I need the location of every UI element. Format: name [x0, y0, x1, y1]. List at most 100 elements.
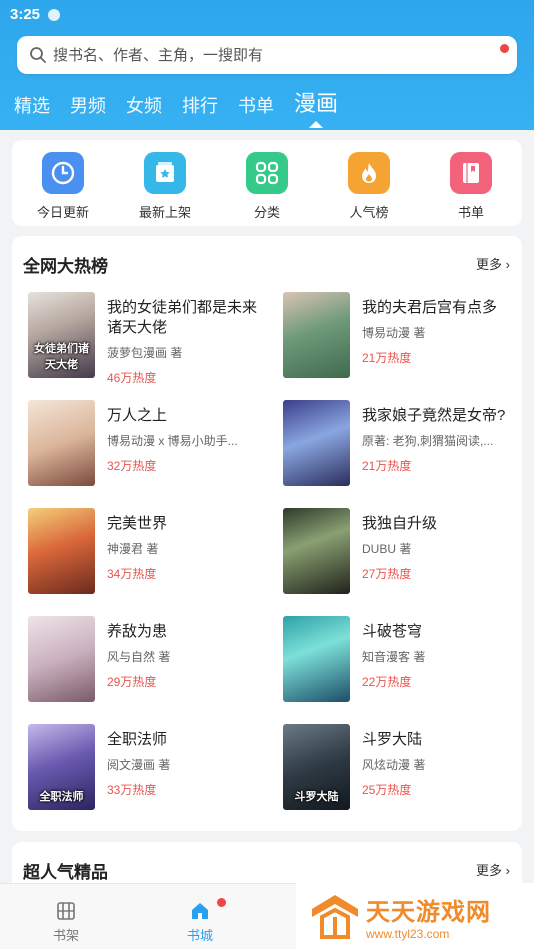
book-cover: [283, 616, 350, 702]
book-author: 原著: 老狗,刺猬猫阅读,...: [362, 434, 494, 448]
more-link[interactable]: 更多 ›: [476, 860, 510, 879]
header: 3:25 精选 男频 女频 排行 书单 漫画: [0, 0, 534, 130]
flame-icon: [348, 152, 390, 194]
tab-comics[interactable]: 漫画: [294, 86, 338, 128]
book-heat: 21万热度: [362, 459, 412, 473]
book-title: 我家娘子竟然是女帝?: [362, 407, 506, 424]
more-label: 更多: [476, 863, 503, 878]
book-heat: 27万热度: [362, 567, 412, 581]
book-item[interactable]: 完美世界神漫君 著 34万热度: [28, 508, 268, 598]
watermark-logo-icon: [312, 895, 358, 939]
book-cover: [283, 292, 350, 378]
book-author: 菠萝包漫画 著: [107, 346, 183, 360]
quick-link-label: 分类: [253, 205, 280, 220]
clock-icon: [42, 152, 84, 194]
book-author: DUBU 著: [362, 542, 412, 556]
book-author: 阅文漫画 著: [107, 758, 171, 772]
quick-link-today-update[interactable]: 今日更新: [18, 152, 108, 221]
quick-links: 今日更新 最新上架 分类 人气榜 书单: [12, 140, 522, 226]
watermark-url: www.ttyl23.com: [366, 926, 450, 941]
book-heat: 21万热度: [362, 351, 412, 365]
book-title: 斗破苍穹: [362, 623, 423, 640]
new-shelf-icon: [144, 152, 186, 194]
section-title: 超人气精品: [23, 863, 108, 882]
quick-link-booklist[interactable]: 书单: [426, 152, 516, 221]
book-title: 全职法师: [107, 731, 168, 748]
nav-bookshelf[interactable]: 书架: [36, 900, 96, 944]
search-input[interactable]: [53, 46, 473, 64]
nav-label: 书架: [52, 928, 79, 943]
category-icon: [246, 152, 288, 194]
search-bar[interactable]: [17, 36, 517, 74]
search-icon: [30, 47, 46, 63]
hot-list-section: 全网大热榜 更多 › 女徒弟们诸天大佬 我的女徒弟们都是未来诸天大佬菠萝包漫画 …: [12, 236, 522, 831]
cover-title: 女徒弟们诸天大佬: [34, 343, 89, 371]
section-title: 全网大热榜: [23, 257, 108, 276]
book-cover: [283, 400, 350, 486]
book-author: 风炫动漫 著: [362, 758, 426, 772]
book-author: 博易动漫 著: [362, 326, 426, 340]
notification-dot: [500, 44, 509, 53]
book-heat: 46万热度: [107, 371, 157, 385]
nav-bookstore[interactable]: 书城: [170, 898, 230, 944]
quick-link-label: 最新上架: [138, 205, 191, 220]
book-item[interactable]: 万人之上 博易动漫 x 博易小助手... 32万热度: [28, 400, 268, 490]
more-link[interactable]: 更多 ›: [476, 254, 510, 273]
category-tabs: 精选 男频 女频 排行 书单 漫画: [14, 86, 358, 128]
quick-link-label: 书单: [457, 205, 484, 220]
book-title: 我的夫君后宫有点多: [362, 299, 498, 316]
book-item[interactable]: 养敌为患风与自然 著 29万热度: [28, 616, 268, 706]
quick-link-new-shelf[interactable]: 最新上架: [120, 152, 210, 221]
book-cover: [283, 508, 350, 594]
book-item[interactable]: 我家娘子竟然是女帝? 原著: 老狗,刺猬猫阅读,... 21万热度: [283, 400, 523, 490]
book-heat: 33万热度: [107, 783, 157, 797]
book-item[interactable]: 我独自升级 DUBU 著 27万热度: [283, 508, 523, 598]
bookshelf-icon: [57, 902, 75, 920]
book-title: 万人之上: [107, 407, 168, 424]
book-heat: 22万热度: [362, 675, 412, 689]
quick-link-label: 人气榜: [349, 205, 389, 220]
tab-ranking[interactable]: 排行: [182, 92, 218, 124]
quick-link-popular[interactable]: 人气榜: [324, 152, 414, 221]
book-item[interactable]: 斗罗大陆 斗罗大陆 风炫动漫 著 25万热度: [283, 724, 523, 814]
book-cover: 斗罗大陆: [283, 724, 350, 810]
book-heat: 25万热度: [362, 783, 412, 797]
book-cover: [28, 616, 95, 702]
book-author: 神漫君 著: [107, 542, 159, 556]
book-cover: 女徒弟们诸天大佬: [28, 292, 95, 378]
quick-link-category[interactable]: 分类: [222, 152, 312, 221]
shield-icon: [48, 8, 61, 21]
book-item[interactable]: 斗破苍穹知音漫客 著 22万热度: [283, 616, 523, 706]
status-bar: 3:25: [10, 6, 61, 23]
book-title: 我的女徒弟们都是未来诸天大佬: [107, 299, 257, 336]
book-cover: 全职法师: [28, 724, 95, 810]
tab-female[interactable]: 女频: [126, 92, 162, 124]
notification-dot: [217, 898, 226, 907]
book-title: 完美世界: [107, 515, 168, 532]
book-heat: 29万热度: [107, 675, 157, 689]
status-time: 3:25: [10, 6, 41, 23]
book-heat: 34万热度: [107, 567, 157, 581]
nav-label: 书城: [186, 928, 213, 943]
chevron-right-icon: ›: [502, 257, 510, 272]
watermark-name: 天天游戏网: [366, 898, 491, 926]
tab-male[interactable]: 男频: [70, 92, 106, 124]
book-cover: [28, 400, 95, 486]
book-item[interactable]: 全职法师 全职法师 阅文漫画 著 33万热度: [28, 724, 268, 814]
book-title: 我独自升级: [362, 515, 438, 532]
chevron-right-icon: ›: [502, 863, 510, 878]
book-item[interactable]: 女徒弟们诸天大佬 我的女徒弟们都是未来诸天大佬菠萝包漫画 著 46万热度: [28, 292, 268, 385]
tab-booklist[interactable]: 书单: [238, 92, 274, 124]
book-heat: 32万热度: [107, 459, 157, 473]
cover-title: 全职法师: [39, 791, 84, 803]
book-author: 知音漫客 著: [362, 650, 426, 664]
book-title: 养敌为患: [107, 623, 168, 640]
home-icon: [192, 903, 208, 919]
quick-link-label: 今日更新: [36, 205, 89, 220]
tab-featured[interactable]: 精选: [14, 92, 50, 124]
watermark: 天天游戏网 www.ttyl23.com: [296, 883, 534, 949]
book-item[interactable]: 我的夫君后宫有点多 博易动漫 著 21万热度: [283, 292, 523, 382]
cover-title: 斗罗大陆: [294, 791, 339, 803]
book-title: 斗罗大陆: [362, 731, 423, 748]
book-author: 风与自然 著: [107, 650, 171, 664]
